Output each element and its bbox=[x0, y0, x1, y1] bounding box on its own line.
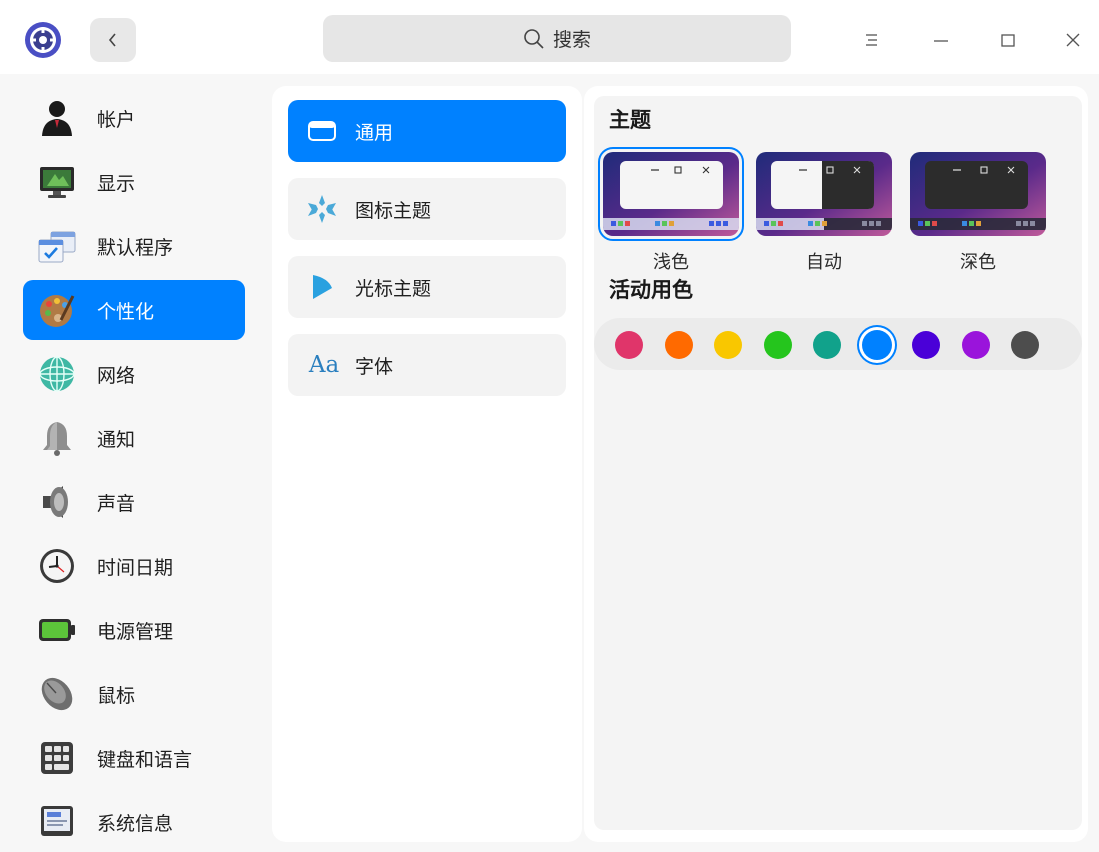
sidebar-item-keyboard[interactable]: 键盘和语言 bbox=[23, 728, 245, 788]
search-icon bbox=[524, 28, 544, 49]
sidebar-item-label: 网络 bbox=[97, 364, 136, 387]
subnav-item-icon-theme[interactable]: 图标主题 bbox=[288, 178, 566, 240]
sidebar-item-network[interactable]: 网络 bbox=[23, 344, 245, 404]
window-general-icon bbox=[306, 115, 338, 147]
theme-section-title: 主题 bbox=[609, 108, 651, 132]
sidebar-item-label: 电源管理 bbox=[97, 620, 174, 643]
sidebar-item-datetime[interactable]: 时间日期 bbox=[23, 536, 245, 596]
sidebar-item-label: 时间日期 bbox=[97, 556, 174, 579]
maximize-icon bbox=[1001, 34, 1015, 47]
sidebar-item-display[interactable]: 显示 bbox=[23, 152, 245, 212]
subnav-item-cursor-theme[interactable]: 光标主题 bbox=[288, 256, 566, 318]
menu-icon bbox=[866, 34, 877, 46]
back-button[interactable] bbox=[90, 18, 136, 62]
palette-icon bbox=[36, 289, 78, 331]
theme-dark-preview bbox=[910, 152, 1046, 236]
theme-label-light: 浅色 bbox=[653, 252, 689, 273]
network-globe-icon bbox=[36, 353, 78, 395]
subnav-item-label: 通用 bbox=[355, 121, 394, 144]
sidebar-item-label: 帐户 bbox=[97, 108, 136, 131]
accent-color-swatch[interactable] bbox=[962, 331, 990, 359]
system-info-icon bbox=[36, 801, 78, 843]
font-aa-icon: Aa bbox=[308, 352, 340, 378]
maximize-button[interactable] bbox=[990, 22, 1026, 58]
subnav-item-label: 图标主题 bbox=[355, 199, 432, 222]
accent-color-swatch[interactable] bbox=[912, 331, 940, 359]
personalization-subnav: 通用 图标主题 光标主题 Aa 字体 bbox=[272, 86, 582, 842]
close-button[interactable] bbox=[1055, 22, 1091, 58]
subnav-item-label: 光标主题 bbox=[355, 277, 432, 300]
sidebar-item-label: 键盘和语言 bbox=[97, 748, 193, 771]
accent-color-swatch[interactable] bbox=[813, 331, 841, 359]
control-center-logo-icon bbox=[24, 21, 62, 59]
sidebar-item-account[interactable]: 帐户 bbox=[23, 88, 245, 148]
menu-button[interactable] bbox=[854, 22, 890, 58]
sidebar-item-sound[interactable]: 声音 bbox=[23, 472, 245, 532]
accent-color-swatch[interactable] bbox=[714, 331, 742, 359]
sidebar-item-label: 通知 bbox=[97, 428, 136, 451]
sidebar-item-label: 显示 bbox=[97, 172, 136, 195]
sidebar-item-label: 默认程序 bbox=[97, 236, 174, 259]
icon-theme-icon bbox=[306, 193, 338, 225]
clock-icon bbox=[36, 545, 78, 587]
theme-option-light[interactable] bbox=[598, 147, 744, 241]
theme-label-auto: 自动 bbox=[806, 252, 842, 273]
theme-option-auto[interactable] bbox=[756, 152, 892, 236]
general-settings-panel: 主题 浅色 自动 深色 活动用色 bbox=[584, 86, 1088, 842]
sidebar-item-default-apps[interactable]: 默认程序 bbox=[23, 216, 245, 276]
sidebar-item-label: 声音 bbox=[97, 492, 136, 515]
search-placeholder: 搜索 bbox=[552, 29, 591, 51]
user-account-icon bbox=[36, 97, 78, 139]
settings-content: 主题 浅色 自动 深色 活动用色 bbox=[594, 96, 1082, 830]
title-bar: 搜索 bbox=[0, 0, 1099, 74]
sidebar-item-personalization[interactable]: 个性化 bbox=[23, 280, 245, 340]
sidebar-item-system-info[interactable]: 系统信息 bbox=[23, 792, 245, 852]
subnav-item-font[interactable]: Aa 字体 bbox=[288, 334, 566, 396]
search-input[interactable]: 搜索 bbox=[323, 15, 791, 62]
close-icon bbox=[1066, 33, 1080, 47]
theme-option-dark[interactable] bbox=[910, 152, 1046, 236]
cursor-theme-icon bbox=[306, 271, 338, 303]
theme-light-preview bbox=[603, 152, 739, 236]
speaker-icon bbox=[36, 481, 78, 523]
sidebar-item-label: 系统信息 bbox=[97, 812, 174, 835]
theme-auto-preview bbox=[756, 152, 892, 236]
default-apps-icon bbox=[36, 225, 78, 267]
sidebar-item-label: 个性化 bbox=[97, 300, 155, 323]
sidebar-item-mouse[interactable]: 鼠标 bbox=[23, 664, 245, 724]
sidebar: 帐户 显示 默认程序 个性化 网络 通知 声音 时间日期 电源管理 鼠标 键盘和… bbox=[8, 74, 258, 852]
accent-color-swatch[interactable] bbox=[764, 331, 792, 359]
subnav-item-label: 字体 bbox=[355, 355, 394, 378]
accent-color-picker bbox=[594, 318, 1082, 370]
accent-color-swatch[interactable] bbox=[665, 331, 693, 359]
theme-label-dark: 深色 bbox=[960, 252, 996, 273]
mouse-icon bbox=[36, 673, 78, 715]
battery-icon bbox=[36, 609, 78, 651]
accent-color-swatch[interactable] bbox=[615, 331, 643, 359]
accent-section-title: 活动用色 bbox=[609, 278, 693, 302]
sidebar-item-power[interactable]: 电源管理 bbox=[23, 600, 245, 660]
subnav-item-general[interactable]: 通用 bbox=[288, 100, 566, 162]
minimize-button[interactable] bbox=[923, 22, 959, 58]
sidebar-item-notification[interactable]: 通知 bbox=[23, 408, 245, 468]
keyboard-icon bbox=[36, 737, 78, 779]
sidebar-item-label: 鼠标 bbox=[97, 684, 136, 707]
minimize-icon bbox=[934, 40, 948, 42]
accent-color-swatch[interactable] bbox=[862, 330, 892, 360]
monitor-display-icon bbox=[36, 161, 78, 203]
chevron-left-icon bbox=[108, 33, 116, 47]
accent-color-swatch[interactable] bbox=[1011, 331, 1039, 359]
bell-icon bbox=[36, 417, 78, 459]
